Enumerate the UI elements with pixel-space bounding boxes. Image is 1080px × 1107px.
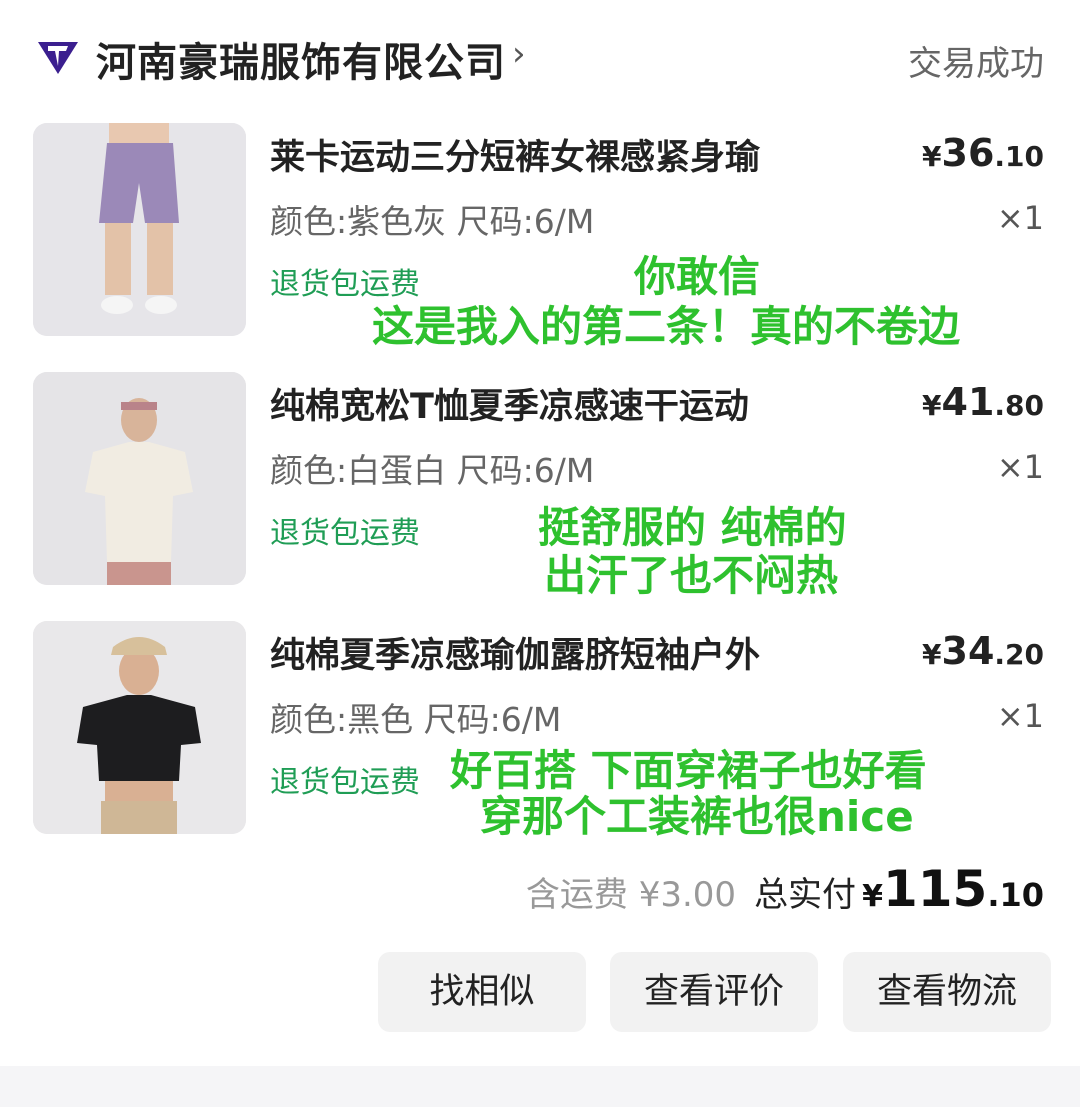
product-title[interactable]: 莱卡运动三分短裤女裸感紧身瑜	[270, 129, 760, 180]
shop-logo-icon[interactable]	[36, 36, 80, 76]
annotation-line: 穿那个工装裤也很nice	[480, 792, 914, 841]
product-quantity: ×1	[996, 199, 1044, 237]
chevron-right-icon[interactable]: ›	[512, 34, 526, 74]
find-similar-button[interactable]: 找相似	[378, 952, 586, 1032]
shipping-fee: 含运费 ¥3.00	[525, 875, 737, 915]
annotation-line: 你敢信	[634, 252, 761, 301]
product-image-shorts[interactable]	[33, 123, 246, 336]
return-shipping-tag: 退货包运费	[270, 765, 420, 800]
view-review-button[interactable]: 查看评价	[610, 952, 818, 1032]
total-integer: 115	[882, 860, 988, 918]
price-decimal: .10	[994, 140, 1044, 173]
annotation-line: 这是我入的第二条！真的不卷边	[372, 302, 961, 351]
product-title[interactable]: 纯棉宽松T恤夏季凉感速干运动	[270, 378, 749, 429]
total-decimal: .10	[987, 876, 1044, 914]
view-logistics-button[interactable]: 查看物流	[843, 952, 1051, 1032]
price-symbol: ¥	[922, 140, 942, 173]
order-item[interactable]: 莱卡运动三分短裤女裸感紧身瑜 ¥36.10 颜色:紫色灰 尺码:6/M ×1 退…	[0, 123, 1080, 351]
price-symbol: ¥	[922, 389, 942, 422]
product-image-tshirt[interactable]	[33, 372, 246, 585]
product-title[interactable]: 纯棉夏季凉感瑜伽露脐短袖户外	[270, 627, 760, 678]
total-label: 总实付	[754, 875, 857, 915]
product-price: ¥36.10	[922, 131, 1044, 175]
order-item[interactable]: 纯棉宽松T恤夏季凉感速干运动 ¥41.80 颜色:白蛋白 尺码:6/M ×1 退…	[0, 372, 1080, 600]
order-status: 交易成功	[908, 44, 1044, 84]
price-symbol: ¥	[922, 638, 942, 671]
annotation-line: 出汗了也不闷热	[544, 551, 839, 600]
price-integer: 34	[941, 629, 995, 673]
product-price: ¥41.80	[922, 380, 1044, 424]
price-integer: 36	[941, 131, 995, 175]
bottom-divider	[0, 1066, 1080, 1107]
price-decimal: .20	[994, 638, 1044, 671]
product-spec: 颜色:紫色灰 尺码:6/M	[270, 202, 595, 241]
product-quantity: ×1	[996, 697, 1044, 735]
order-header: 河南豪瑞服饰有限公司 › 交易成功	[0, 0, 1080, 110]
annotation-line: 好百搭 下面穿裙子也好看	[450, 746, 927, 795]
order-total: 含运费 ¥3.00 总实付 ¥115.10	[525, 860, 1044, 918]
product-quantity: ×1	[996, 448, 1044, 486]
return-shipping-tag: 退货包运费	[270, 516, 420, 551]
product-spec: 颜色:黑色 尺码:6/M	[270, 700, 562, 739]
price-decimal: .80	[994, 389, 1044, 422]
product-image-croptop[interactable]	[33, 621, 246, 834]
order-item[interactable]: 纯棉夏季凉感瑜伽露脐短袖户外 ¥34.20 颜色:黑色 尺码:6/M ×1 退货…	[0, 621, 1080, 841]
total-symbol: ¥	[862, 879, 883, 914]
annotation-line: 挺舒服的 纯棉的	[538, 503, 847, 552]
product-price: ¥34.20	[922, 629, 1044, 673]
shop-name[interactable]: 河南豪瑞服饰有限公司	[96, 30, 506, 88]
return-shipping-tag: 退货包运费	[270, 267, 420, 302]
product-spec: 颜色:白蛋白 尺码:6/M	[270, 451, 595, 490]
price-integer: 41	[941, 380, 995, 424]
